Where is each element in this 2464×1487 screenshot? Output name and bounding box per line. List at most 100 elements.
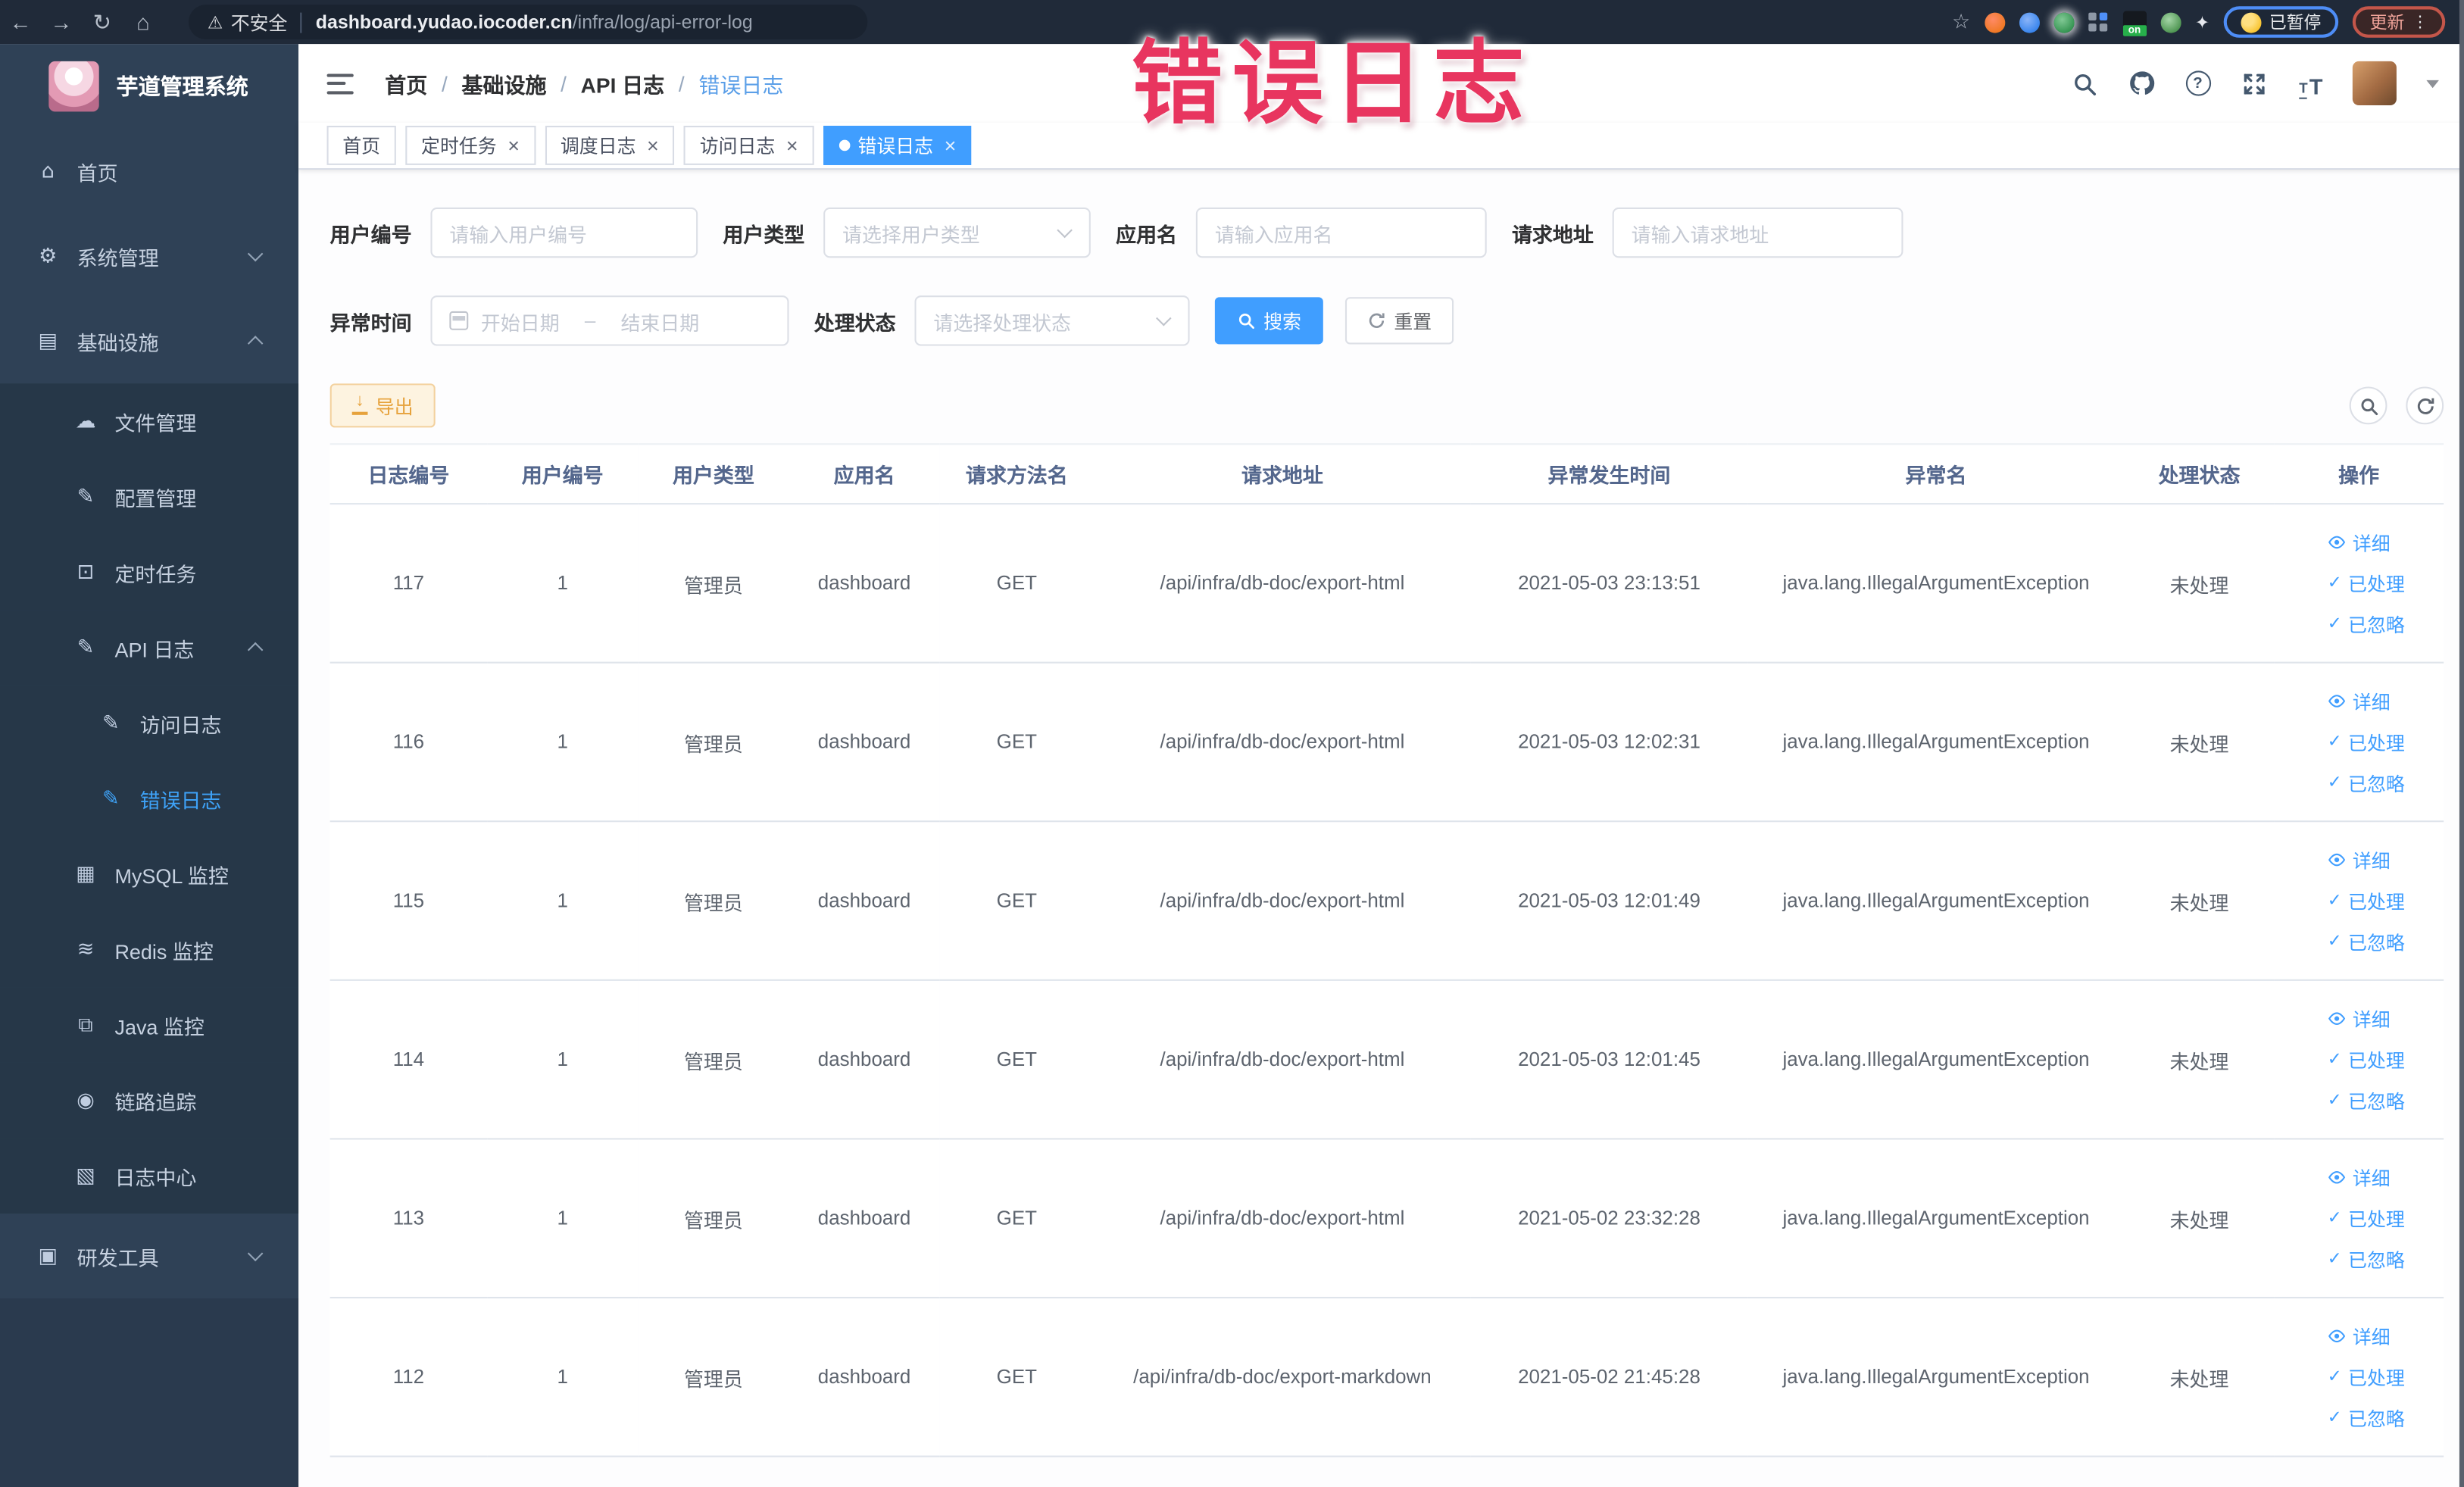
help-icon[interactable]: ? (2183, 68, 2213, 98)
tab-error-log[interactable]: 错误日志 × (823, 126, 973, 165)
bookmark-star-icon[interactable]: ☆ (1952, 9, 1970, 34)
action-processed[interactable]: ✓ 已处理 (2328, 887, 2405, 914)
refresh-table-button[interactable] (2406, 386, 2444, 425)
sidebar-item-trace[interactable]: ◉ 链路追踪 (0, 1062, 299, 1139)
filter-daterange-exception-time[interactable]: 开始日期 – 结束日期 (430, 295, 789, 346)
sidebar-item-file-mgmt[interactable]: ☁ 文件管理 (0, 383, 299, 459)
sidebar-item-redis-monitor[interactable]: ≋ Redis 监控 (0, 911, 299, 988)
eye-icon (2328, 695, 2346, 708)
app-logo[interactable]: 芋道管理系统 (0, 44, 298, 129)
extension-leaf-icon[interactable] (2160, 11, 2181, 33)
tab-label: 调度日志 (560, 135, 636, 158)
action-processed[interactable]: ✓ 已处理 (2328, 729, 2405, 755)
cell-time: 2021-05-03 12:01:45 (1470, 979, 1748, 1140)
paused-extension-badge[interactable]: 已暂停 (2223, 6, 2339, 38)
sidebar-item-mysql-monitor[interactable]: ▦ MySQL 监控 (0, 836, 299, 912)
cell-time: 2021-05-02 23:32:28 (1470, 1139, 1748, 1299)
browser-menu-icon[interactable]: ⋮ (2412, 14, 2428, 31)
extension-blue-icon[interactable] (2019, 11, 2040, 33)
toggle-search-button[interactable] (2349, 386, 2387, 425)
column-header-user_type: 用户类型 (638, 443, 789, 505)
action-detail[interactable]: 详细 (2328, 1005, 2391, 1032)
sidebar-item-api-log[interactable]: ✎ API 日志 (0, 610, 299, 686)
action-ignored[interactable]: ✓ 已忽略 (2328, 1246, 2405, 1273)
sidebar-item-java-monitor[interactable]: ⧉ Java 监控 (0, 987, 299, 1063)
action-detail[interactable]: 详细 (2328, 688, 2391, 714)
sidebar-item-access-log[interactable]: ✎ 访问日志 (0, 685, 299, 761)
action-ignored[interactable]: ✓ 已忽略 (2328, 611, 2405, 637)
user-avatar[interactable] (2352, 61, 2397, 106)
filter-input-user-id[interactable]: 请输入用户编号 (430, 207, 698, 258)
screenshot: ← → ↻ ⌂ ⚠ 不安全 dashboard.yudao.iocoder.cn… (0, 0, 2464, 1487)
sidebar-item-label: 访问日志 (139, 713, 222, 737)
sidebar-item-error-log[interactable]: ✎ 错误日志 (0, 761, 299, 836)
extension-orange-icon[interactable] (1984, 11, 2005, 33)
sidebar-item-home[interactable]: ⌂ 首页 (0, 129, 298, 214)
action-processed[interactable]: ✓ 已处理 (2328, 1046, 2405, 1073)
action-detail[interactable]: 详细 (2328, 1164, 2391, 1191)
cell-exception: java.lang.IllegalArgumentException (1747, 979, 2125, 1140)
browser-url-bar[interactable]: ⚠ 不安全 dashboard.yudao.iocoder.cn/infra/l… (188, 5, 868, 39)
action-processed[interactable]: ✓ 已处理 (2328, 1364, 2405, 1390)
breadcrumb-item[interactable]: API 日志 (581, 67, 665, 99)
action-detail[interactable]: 详细 (2328, 846, 2391, 873)
cell-url: /api/infra/db-doc/export-html (1093, 662, 1471, 823)
tab-scheduled-jobs[interactable]: 定时任务 × (405, 126, 536, 165)
browser-forward-icon[interactable]: → (41, 9, 82, 34)
extension-grid-icon[interactable] (2088, 11, 2109, 33)
sidebar-item-system-mgmt[interactable]: ⚙ 系统管理 (0, 214, 298, 298)
action-ignored[interactable]: ✓ 已忽略 (2328, 1087, 2405, 1114)
cell-url: /api/infra/db-doc/export-html (1093, 821, 1471, 981)
row-actions: 详细 ✓ 已处理 ✓ 已忽略 (2274, 1005, 2444, 1114)
fullscreen-icon[interactable] (2239, 68, 2269, 98)
close-icon[interactable]: × (786, 135, 798, 155)
search-button[interactable]: 搜索 (1214, 297, 1323, 345)
action-detail[interactable]: 详细 (2328, 529, 2391, 555)
cell-app: dashboard (789, 821, 940, 981)
action-ignored[interactable]: ✓ 已忽略 (2328, 1404, 2405, 1431)
filter-select-user-type[interactable]: 请选择用户类型 (823, 207, 1091, 258)
cell-url: /api/infra/db-doc/export-markdown (1093, 1297, 1471, 1457)
tab-access-log[interactable]: 访问日志 × (683, 126, 814, 165)
reset-button[interactable]: 重置 (1345, 297, 1454, 345)
sidebar-item-infrastructure[interactable]: ▤ 基础设施 (0, 298, 298, 383)
close-icon[interactable]: × (507, 135, 520, 155)
sidebar-item-scheduled-jobs[interactable]: ⊡ 定时任务 (0, 534, 299, 611)
browser-back-icon[interactable]: ← (0, 9, 41, 34)
sidebar-toggle-icon[interactable] (326, 73, 354, 94)
git-extension-icon[interactable]: on (2122, 10, 2147, 36)
action-detail[interactable]: 详细 (2328, 1323, 2391, 1349)
sidebar-item-devtools[interactable]: ▣ 研发工具 (0, 1214, 298, 1298)
action-processed[interactable]: ✓ 已处理 (2328, 1205, 2405, 1232)
browser-reload-icon[interactable]: ↻ (82, 8, 123, 35)
tab-label: 错误日志 (857, 135, 934, 158)
close-icon[interactable]: × (647, 135, 659, 155)
filter-input-request-url[interactable]: 请输入请求地址 (1612, 207, 1903, 258)
sidebar-item-config-mgmt[interactable]: ✎ 配置管理 (0, 458, 299, 535)
browser-update-badge[interactable]: 更新 ⋮ (2352, 6, 2446, 38)
extensions-puzzle-icon[interactable]: ✦ (2195, 12, 2209, 33)
extension-green-icon[interactable] (2053, 11, 2075, 33)
breadcrumb-item[interactable]: 首页 (385, 67, 427, 99)
avatar-caret-down-icon[interactable] (2426, 79, 2439, 88)
filter-row: 用户编号 请输入用户编号 用户类型 请选择用户类型 应用名 请输入应用名 请求地址 请输入请求… (330, 207, 2444, 258)
tab-home[interactable]: 首页 (326, 126, 396, 165)
filter-input-app-name[interactable]: 请输入应用名 (1195, 207, 1487, 258)
filter-select-process-status[interactable]: 请选择处理状态 (914, 295, 1190, 346)
action-ignored[interactable]: ✓ 已忽略 (2328, 928, 2405, 954)
browser-home-icon[interactable]: ⌂ (123, 9, 164, 34)
search-icon[interactable] (2069, 68, 2099, 98)
font-size-icon[interactable]: TT (2296, 68, 2325, 98)
action-label: 已处理 (2348, 890, 2405, 913)
close-icon[interactable]: × (945, 135, 957, 155)
export-button[interactable]: ↓ 导出 (329, 383, 436, 428)
action-processed[interactable]: ✓ 已处理 (2328, 570, 2405, 596)
window-scrollbar[interactable] (2459, 0, 2464, 1487)
github-icon[interactable] (2126, 68, 2156, 98)
action-ignored[interactable]: ✓ 已忽略 (2328, 770, 2405, 796)
breadcrumb-item[interactable]: 基础设施 (461, 67, 546, 99)
sidebar-item-log-center[interactable]: ▧ 日志中心 (0, 1138, 299, 1214)
mysql-icon: ▦ (76, 862, 95, 886)
tab-schedule-log[interactable]: 调度日志 × (545, 126, 675, 165)
cell-status: 未处理 (2124, 504, 2275, 664)
